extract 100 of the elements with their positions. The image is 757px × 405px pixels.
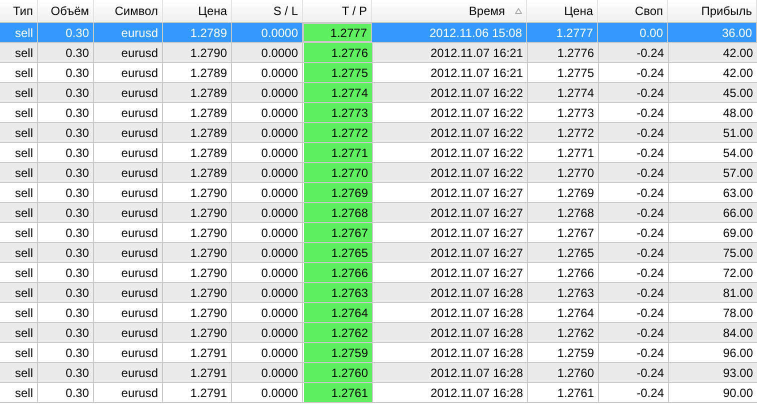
- table-cell: sell: [0, 163, 38, 182]
- table-row[interactable]: sell 0.30 eurusd 1.2791 0.0000 1.2760 2012.11.07 16:28 1.2760 -0.24 93.00: [0, 363, 757, 383]
- table-cell: 42.00: [669, 63, 757, 82]
- column-header[interactable]: Цена: [527, 0, 598, 22]
- table-row[interactable]: sell 0.30 eurusd 1.2789 0.0000 1.2773 2012.11.07 16:22 1.2773 -0.24 48.00: [0, 103, 757, 123]
- table-cell: 1.2789: [163, 163, 232, 182]
- table-cell: 0.30: [38, 143, 94, 162]
- table-cell: sell: [0, 103, 38, 122]
- column-header[interactable]: Своп: [598, 0, 668, 22]
- table-cell: -0.24: [599, 263, 669, 282]
- table-cell: 0.0000: [232, 263, 303, 282]
- table-cell: eurusd: [94, 263, 163, 282]
- table-cell: 0.0000: [232, 383, 303, 402]
- table-row[interactable]: sell 0.30 eurusd 1.2790 0.0000 1.2763 2012.11.07 16:28 1.2763 -0.24 81.00: [0, 283, 757, 303]
- table-cell: eurusd: [94, 63, 163, 82]
- column-header[interactable]: Время: [372, 0, 527, 22]
- table-row[interactable]: sell 0.30 eurusd 1.2789 0.0000 1.2775 2012.11.07 16:21 1.2775 -0.24 42.00: [0, 63, 757, 83]
- table-cell: 90.00: [669, 383, 757, 402]
- table-row[interactable]: sell 0.30 eurusd 1.2789 0.0000 1.2771 2012.11.07 16:22 1.2771 -0.24 54.00: [0, 143, 757, 163]
- table-row[interactable]: sell 0.30 eurusd 1.2790 0.0000 1.2776 2012.11.07 16:21 1.2776 -0.24 42.00: [0, 43, 757, 63]
- table-cell: 1.2773: [528, 103, 599, 122]
- table-cell: -0.24: [599, 303, 669, 322]
- table-cell: 1.2791: [163, 363, 232, 382]
- table-cell: 0.0000: [232, 223, 303, 242]
- table-cell: 2012.11.07 16:28: [373, 323, 528, 342]
- table-row[interactable]: sell 0.30 eurusd 1.2789 0.0000 1.2774 2012.11.07 16:22 1.2774 -0.24 45.00: [0, 83, 757, 103]
- column-header[interactable]: T / P: [303, 0, 372, 22]
- table-cell: -0.24: [599, 223, 669, 242]
- table-row[interactable]: sell 0.30 eurusd 1.2789 0.0000 1.2772 2012.11.07 16:22 1.2772 -0.24 51.00: [0, 123, 757, 143]
- table-cell: 0.0000: [232, 83, 303, 102]
- table-cell: -0.24: [599, 163, 669, 182]
- table-cell: 0.30: [38, 43, 94, 62]
- column-header[interactable]: Символ: [94, 0, 163, 22]
- table-cell: 0.30: [38, 83, 94, 102]
- table-row[interactable]: sell 0.30 eurusd 1.2789 0.0000 1.2777 2012.11.06 15:08 1.2777 0.00 36.00: [0, 23, 757, 43]
- table-cell: 0.30: [38, 383, 94, 402]
- table-cell: -0.24: [599, 143, 669, 162]
- table-cell: eurusd: [94, 163, 163, 182]
- table-row[interactable]: sell 0.30 eurusd 1.2790 0.0000 1.2767 2012.11.07 16:27 1.2767 -0.24 69.00: [0, 223, 757, 243]
- column-header[interactable]: S / L: [232, 0, 303, 22]
- table-cell: -0.24: [599, 343, 669, 362]
- table-row[interactable]: sell 0.30 eurusd 1.2790 0.0000 1.2769 2012.11.07 16:27 1.2769 -0.24 63.00: [0, 183, 757, 203]
- table-row[interactable]: sell 0.30 eurusd 1.2790 0.0000 1.2764 2012.11.07 16:28 1.2764 -0.24 78.00: [0, 303, 757, 323]
- table-cell: 1.2789: [163, 83, 232, 102]
- table-cell: 1.2774: [304, 83, 373, 102]
- table-cell: 81.00: [669, 283, 757, 302]
- table-cell: 1.2791: [163, 383, 232, 402]
- table-cell: -0.24: [599, 183, 669, 202]
- table-cell: 1.2771: [304, 143, 373, 162]
- table-row[interactable]: sell 0.30 eurusd 1.2790 0.0000 1.2766 2012.11.07 16:27 1.2766 -0.24 72.00: [0, 263, 757, 283]
- table-cell: 42.00: [669, 43, 757, 62]
- table-cell: 1.2768: [528, 203, 599, 222]
- table-cell: 1.2790: [163, 323, 232, 342]
- table-cell: 0.0000: [232, 323, 303, 342]
- table-row[interactable]: sell 0.30 eurusd 1.2789 0.0000 1.2770 2012.11.07 16:22 1.2770 -0.24 57.00: [0, 163, 757, 183]
- table-cell: 1.2762: [304, 323, 373, 342]
- table-cell: 1.2770: [528, 163, 599, 182]
- table-cell: sell: [0, 323, 38, 342]
- table-cell: 1.2775: [528, 63, 599, 82]
- table-cell: 1.2791: [163, 343, 232, 362]
- table-cell: 0.30: [38, 243, 94, 262]
- table-cell: 1.2765: [528, 243, 599, 262]
- table-cell: 1.2769: [304, 183, 373, 202]
- table-cell: 0.0000: [232, 103, 303, 122]
- table-row[interactable]: sell 0.30 eurusd 1.2790 0.0000 1.2768 2012.11.07 16:27 1.2768 -0.24 66.00: [0, 203, 757, 223]
- table-row[interactable]: sell 0.30 eurusd 1.2791 0.0000 1.2759 2012.11.07 16:28 1.2759 -0.24 96.00: [0, 343, 757, 363]
- table-cell: 1.2767: [304, 223, 373, 242]
- column-header[interactable]: Прибыль: [668, 0, 757, 22]
- table-cell: 36.00: [668, 23, 757, 42]
- table-cell: 0.0000: [232, 203, 303, 222]
- table-cell: 45.00: [669, 83, 757, 102]
- table-cell: 0.30: [38, 363, 94, 382]
- table-cell: 0.0000: [232, 303, 303, 322]
- table-cell: sell: [0, 263, 38, 282]
- table-cell: eurusd: [94, 143, 163, 162]
- table-cell: 1.2790: [163, 203, 232, 222]
- table-cell: eurusd: [94, 343, 163, 362]
- table-cell: 1.2775: [304, 63, 373, 82]
- table-cell: 78.00: [669, 303, 757, 322]
- table-cell: 1.2776: [528, 43, 599, 62]
- table-cell: 1.2774: [528, 83, 599, 102]
- table-cell: sell: [0, 143, 38, 162]
- table-cell: 57.00: [669, 163, 757, 182]
- table-cell: eurusd: [94, 323, 163, 342]
- table-cell: 1.2777: [527, 23, 598, 42]
- table-cell: eurusd: [94, 183, 163, 202]
- table-cell: 1.2777: [303, 23, 372, 42]
- table-cell: 0.30: [38, 123, 94, 142]
- table-cell: eurusd: [94, 103, 163, 122]
- table-cell: 1.2789: [163, 143, 232, 162]
- table-cell: 1.2773: [304, 103, 373, 122]
- table-row[interactable]: sell 0.30 eurusd 1.2791 0.0000 1.2761 2012.11.07 16:28 1.2761 -0.24 90.00: [0, 383, 757, 403]
- column-header[interactable]: Тип: [0, 0, 38, 22]
- table-cell: 51.00: [669, 123, 757, 142]
- column-header[interactable]: Объём: [38, 0, 94, 22]
- table-row[interactable]: sell 0.30 eurusd 1.2790 0.0000 1.2765 2012.11.07 16:27 1.2765 -0.24 75.00: [0, 243, 757, 263]
- column-header[interactable]: Цена: [163, 0, 232, 22]
- table-cell: 0.0000: [232, 43, 303, 62]
- table-cell: 1.2790: [163, 223, 232, 242]
- table-row[interactable]: sell 0.30 eurusd 1.2790 0.0000 1.2762 2012.11.07 16:28 1.2762 -0.24 84.00: [0, 323, 757, 343]
